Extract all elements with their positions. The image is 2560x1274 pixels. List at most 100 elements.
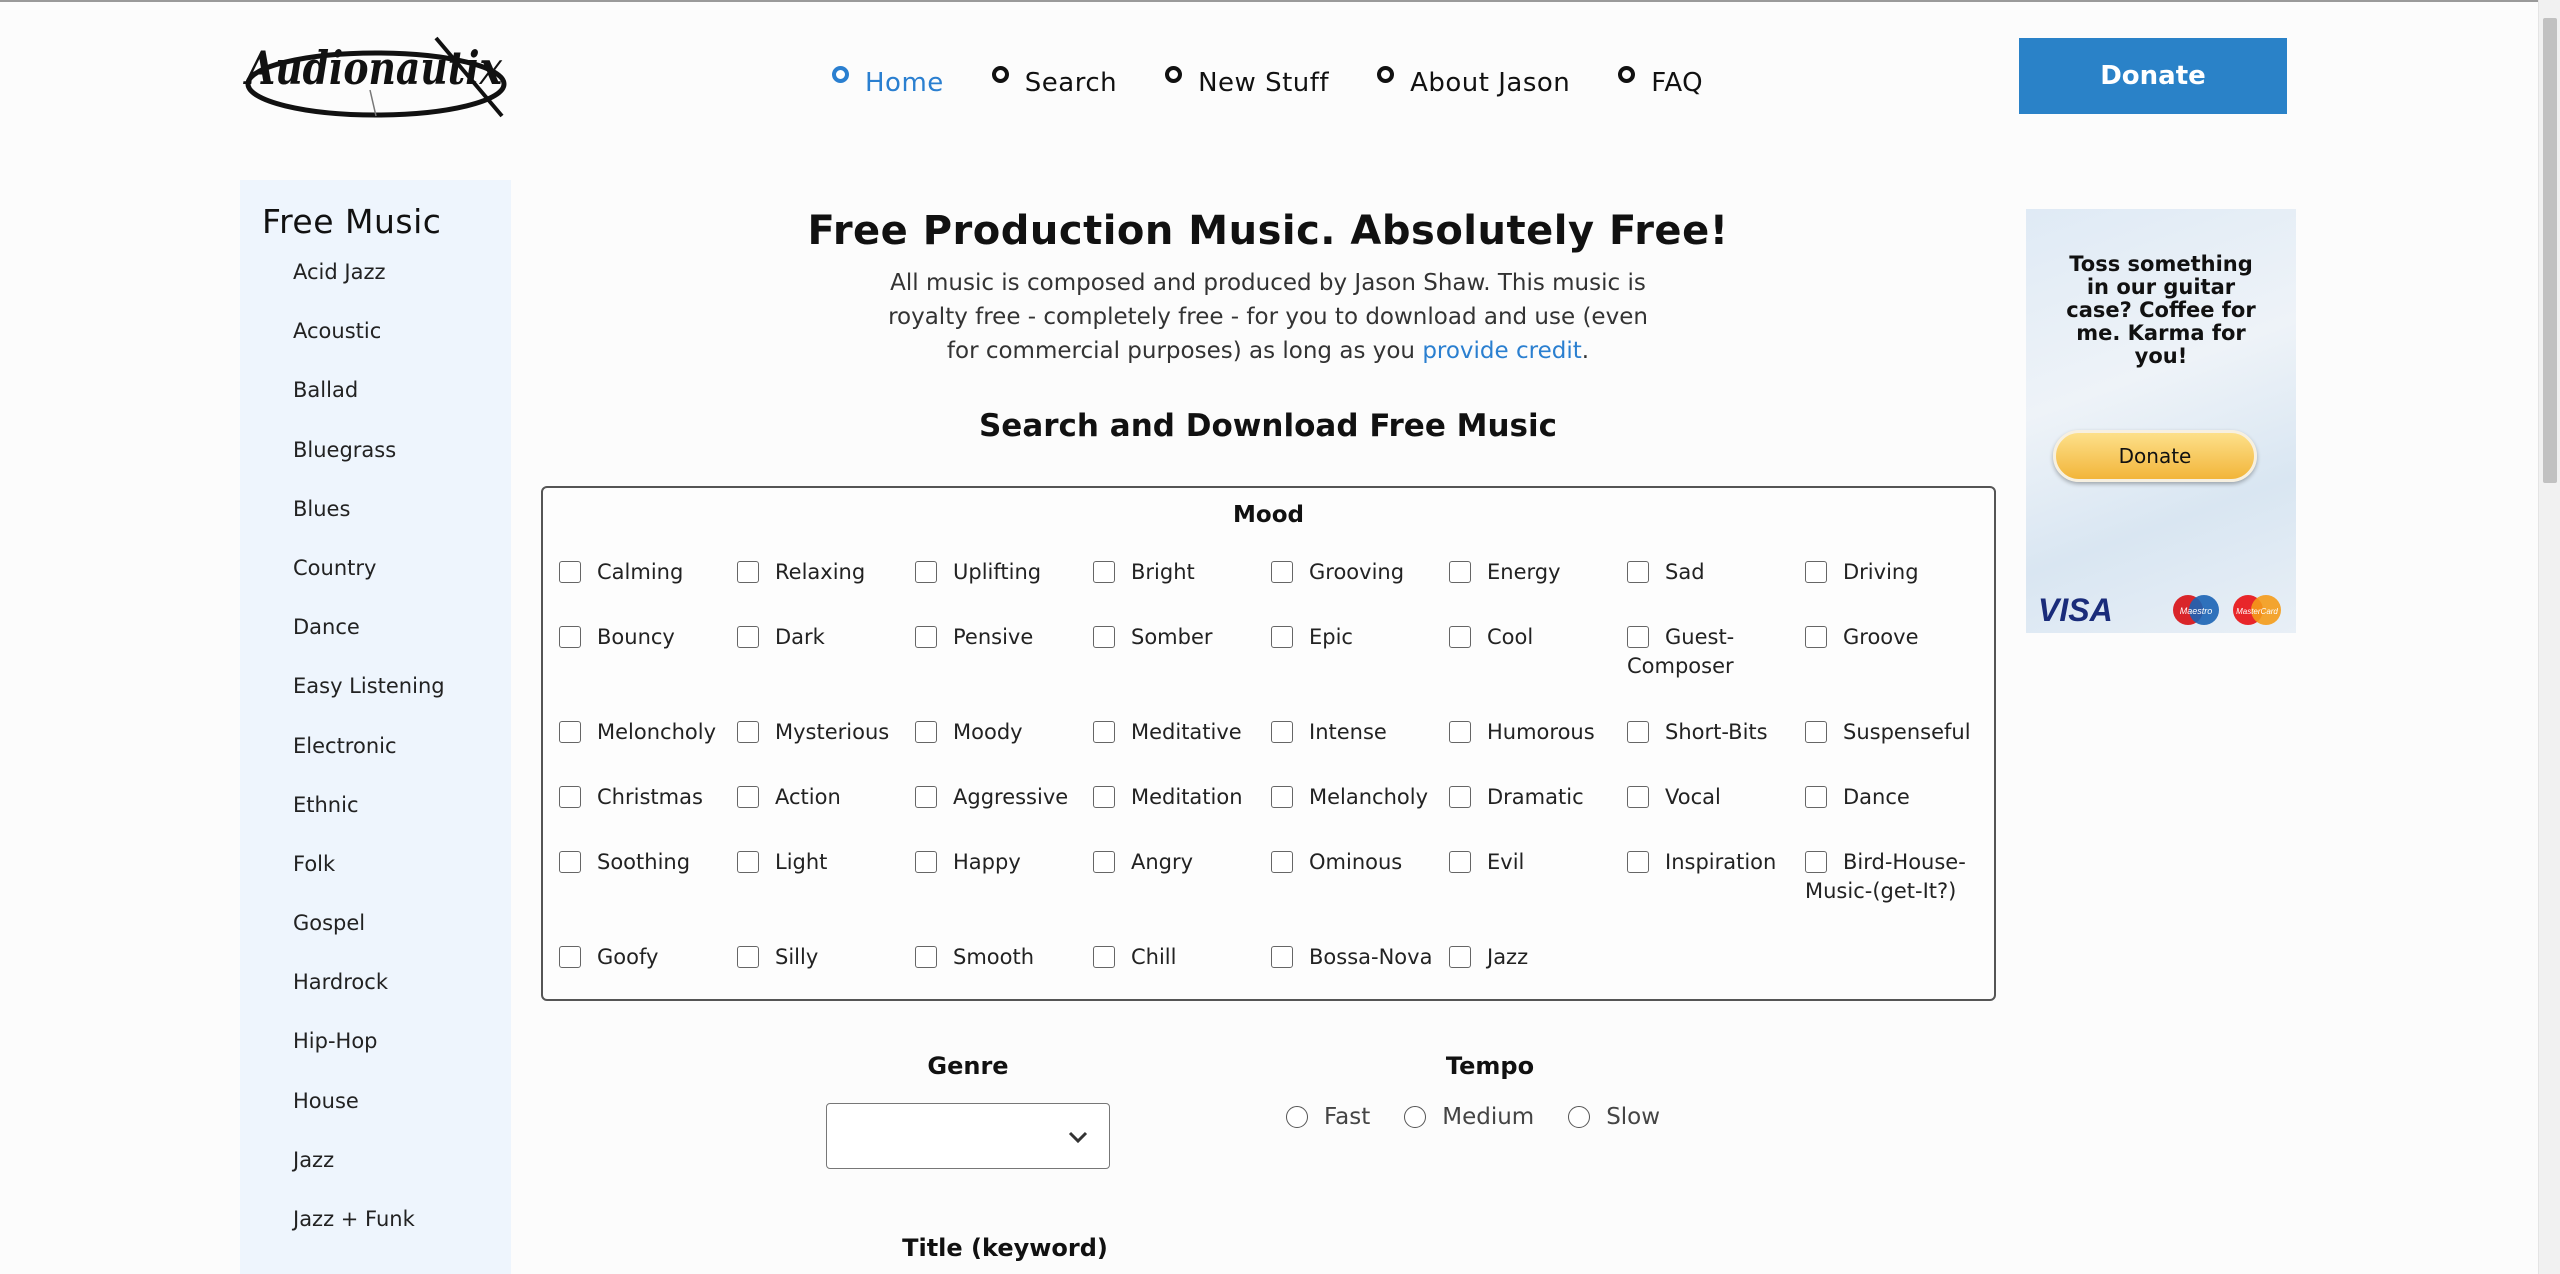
mood-option[interactable]: Aggressive — [915, 783, 1093, 848]
mood-option[interactable]: Moody — [915, 718, 1093, 783]
mood-option[interactable]: Short-Bits — [1627, 718, 1805, 783]
checkbox-icon[interactable] — [1449, 721, 1471, 743]
checkbox-icon[interactable] — [1627, 626, 1649, 648]
checkbox-icon[interactable] — [737, 721, 759, 743]
mood-option[interactable]: Ominous — [1271, 848, 1449, 943]
mood-option[interactable]: Somber — [1093, 623, 1271, 718]
sidebar-item[interactable]: Blues — [293, 497, 445, 556]
sidebar-item[interactable]: Acid Jazz — [293, 260, 445, 319]
mood-option[interactable]: Jazz — [1449, 943, 1627, 1008]
mood-option[interactable]: Intense — [1271, 718, 1449, 783]
checkbox-icon[interactable] — [1093, 721, 1115, 743]
checkbox-icon[interactable] — [1627, 561, 1649, 583]
sidebar-item[interactable]: Easy Listening — [293, 674, 445, 733]
checkbox-icon[interactable] — [1627, 851, 1649, 873]
checkbox-icon[interactable] — [737, 786, 759, 808]
checkbox-icon[interactable] — [1449, 561, 1471, 583]
mood-option[interactable]: Vocal — [1627, 783, 1805, 848]
checkbox-icon[interactable] — [1271, 786, 1293, 808]
checkbox-icon[interactable] — [559, 561, 581, 583]
sidebar-item[interactable]: Jazz — [293, 1148, 445, 1207]
checkbox-icon[interactable] — [1449, 626, 1471, 648]
mood-option[interactable]: Chill — [1093, 943, 1271, 1008]
checkbox-icon[interactable] — [1805, 851, 1827, 873]
mood-option[interactable]: Bouncy — [559, 623, 737, 718]
sidebar-item[interactable]: Dance — [293, 615, 445, 674]
mood-option[interactable]: Relaxing — [737, 558, 915, 623]
sidebar-item[interactable]: House — [293, 1089, 445, 1148]
checkbox-icon[interactable] — [915, 626, 937, 648]
checkbox-icon[interactable] — [915, 851, 937, 873]
checkbox-icon[interactable] — [559, 626, 581, 648]
mood-option[interactable]: Melancholy — [1271, 783, 1449, 848]
nav-search[interactable]: Search — [991, 62, 1117, 102]
sidebar-item[interactable]: Ballad — [293, 378, 445, 437]
mood-option[interactable]: Bossa-Nova — [1271, 943, 1449, 1008]
sidebar-item[interactable]: Electronic — [293, 734, 445, 793]
checkbox-icon[interactable] — [559, 946, 581, 968]
mood-option[interactable]: Meditative — [1093, 718, 1271, 783]
mood-option[interactable]: Mysterious — [737, 718, 915, 783]
checkbox-icon[interactable] — [1805, 626, 1827, 648]
mood-option[interactable]: Silly — [737, 943, 915, 1008]
provide-credit-link[interactable]: provide credit — [1422, 338, 1581, 364]
mood-option[interactable]: Meloncholy — [559, 718, 737, 783]
tempo-fast-radio[interactable]: Fast — [1286, 1104, 1370, 1130]
tempo-medium-radio[interactable]: Medium — [1404, 1104, 1534, 1130]
mood-option[interactable]: Driving — [1805, 558, 1983, 623]
mood-option[interactable]: Light — [737, 848, 915, 943]
mood-option[interactable]: Epic — [1271, 623, 1449, 718]
mood-option[interactable]: Sad — [1627, 558, 1805, 623]
sidebar-item[interactable]: Gospel — [293, 911, 445, 970]
nav-new-stuff[interactable]: New Stuff — [1165, 62, 1329, 102]
checkbox-icon[interactable] — [1627, 721, 1649, 743]
mood-option[interactable]: Goofy — [559, 943, 737, 1008]
nav-faq[interactable]: FAQ — [1618, 62, 1703, 102]
mood-option[interactable]: Dance — [1805, 783, 1983, 848]
sidebar-item[interactable]: Ethnic — [293, 793, 445, 852]
checkbox-icon[interactable] — [737, 946, 759, 968]
page-scrollbar[interactable] — [2538, 0, 2560, 1274]
checkbox-icon[interactable] — [1093, 946, 1115, 968]
mood-option[interactable]: Grooving — [1271, 558, 1449, 623]
checkbox-icon[interactable] — [1271, 851, 1293, 873]
ad-donate-button[interactable]: Donate — [2053, 430, 2257, 482]
mood-option[interactable]: Suspenseful — [1805, 718, 1983, 783]
mood-option[interactable]: Energy — [1449, 558, 1627, 623]
mood-option[interactable]: Christmas — [559, 783, 737, 848]
mood-option[interactable]: Calming — [559, 558, 737, 623]
mood-option[interactable]: Guest-Composer — [1627, 623, 1805, 718]
checkbox-icon[interactable] — [1271, 946, 1293, 968]
sidebar-item[interactable]: Jazz + Funk — [293, 1207, 445, 1266]
mood-option[interactable]: Uplifting — [915, 558, 1093, 623]
nav-home[interactable]: Home — [832, 62, 944, 102]
mood-option[interactable]: Dramatic — [1449, 783, 1627, 848]
mood-option[interactable]: Evil — [1449, 848, 1627, 943]
genre-select[interactable] — [826, 1103, 1110, 1169]
audionautix-logo[interactable]: Audionautix — [240, 28, 512, 120]
checkbox-icon[interactable] — [915, 721, 937, 743]
sidebar-item[interactable]: Folk — [293, 852, 445, 911]
checkbox-icon[interactable] — [915, 946, 937, 968]
checkbox-icon[interactable] — [1805, 561, 1827, 583]
checkbox-icon[interactable] — [1271, 721, 1293, 743]
mood-option[interactable]: Happy — [915, 848, 1093, 943]
mood-option[interactable]: Action — [737, 783, 915, 848]
checkbox-icon[interactable] — [1449, 786, 1471, 808]
checkbox-icon[interactable] — [1271, 626, 1293, 648]
sidebar-item[interactable]: Acoustic — [293, 319, 445, 378]
mood-option[interactable]: Smooth — [915, 943, 1093, 1008]
mood-option[interactable]: Meditation — [1093, 783, 1271, 848]
mood-option[interactable]: Angry — [1093, 848, 1271, 943]
checkbox-icon[interactable] — [1093, 561, 1115, 583]
checkbox-icon[interactable] — [1449, 851, 1471, 873]
checkbox-icon[interactable] — [1093, 786, 1115, 808]
checkbox-icon[interactable] — [559, 786, 581, 808]
checkbox-icon[interactable] — [915, 561, 937, 583]
checkbox-icon[interactable] — [1093, 626, 1115, 648]
sidebar-item[interactable]: Bluegrass — [293, 438, 445, 497]
checkbox-icon[interactable] — [1627, 786, 1649, 808]
mood-option[interactable]: Groove — [1805, 623, 1983, 718]
mood-option[interactable]: Inspiration — [1627, 848, 1805, 943]
checkbox-icon[interactable] — [1093, 851, 1115, 873]
